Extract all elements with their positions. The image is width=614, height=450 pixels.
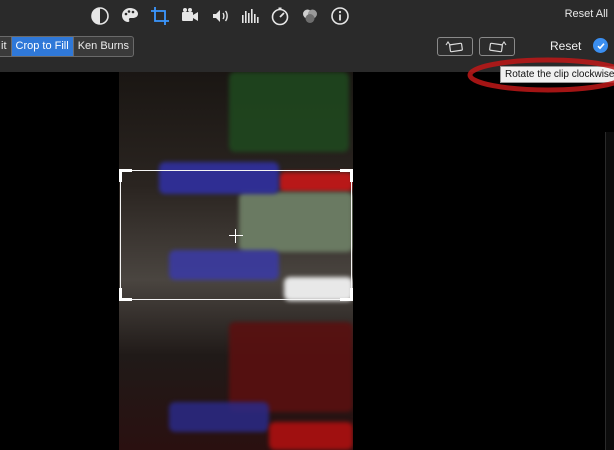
rotate-counterclockwise-button[interactable] xyxy=(437,37,473,56)
filters-icon[interactable] xyxy=(298,4,322,28)
crop-handle-top-left[interactable] xyxy=(119,169,132,182)
video-viewer xyxy=(0,72,614,450)
crop-mode-segmented-control: it Crop to Fill Ken Burns xyxy=(0,36,135,57)
reset-crop-button[interactable]: Reset xyxy=(550,39,581,53)
color-palette-icon[interactable] xyxy=(118,4,142,28)
crop-handle-top-right[interactable] xyxy=(340,169,353,182)
color-balance-icon[interactable] xyxy=(88,4,112,28)
rotate-clockwise-icon xyxy=(489,40,507,52)
scroll-edge xyxy=(605,132,614,450)
crop-handle-bottom-left[interactable] xyxy=(119,288,132,301)
adjustments-toolbar: Reset All it Crop to Fill Ken Burns Rese… xyxy=(0,0,614,73)
video-camera-icon[interactable] xyxy=(178,4,202,28)
checkmark-icon xyxy=(596,42,605,49)
reset-all-button[interactable]: Reset All xyxy=(565,8,608,20)
crop-center-crosshair-icon xyxy=(229,229,243,243)
info-icon[interactable] xyxy=(328,4,352,28)
crop-mode-crop-to-fill[interactable]: Crop to Fill xyxy=(11,37,74,56)
rotate-clockwise-button[interactable] xyxy=(479,37,515,56)
rotate-clockwise-tooltip: Rotate the clip clockwise xyxy=(500,66,614,83)
equalizer-icon[interactable] xyxy=(238,4,262,28)
crop-handle-bottom-right[interactable] xyxy=(340,288,353,301)
rotate-counterclockwise-icon xyxy=(445,40,463,52)
speed-icon[interactable] xyxy=(268,4,292,28)
apply-crop-button[interactable] xyxy=(593,38,608,53)
volume-icon[interactable] xyxy=(208,4,232,28)
crop-rectangle[interactable] xyxy=(119,169,353,301)
crop-icon[interactable] xyxy=(148,4,172,28)
crop-mode-ken-burns[interactable]: Ken Burns xyxy=(74,37,133,56)
crop-mode-fit[interactable]: it xyxy=(0,37,12,56)
